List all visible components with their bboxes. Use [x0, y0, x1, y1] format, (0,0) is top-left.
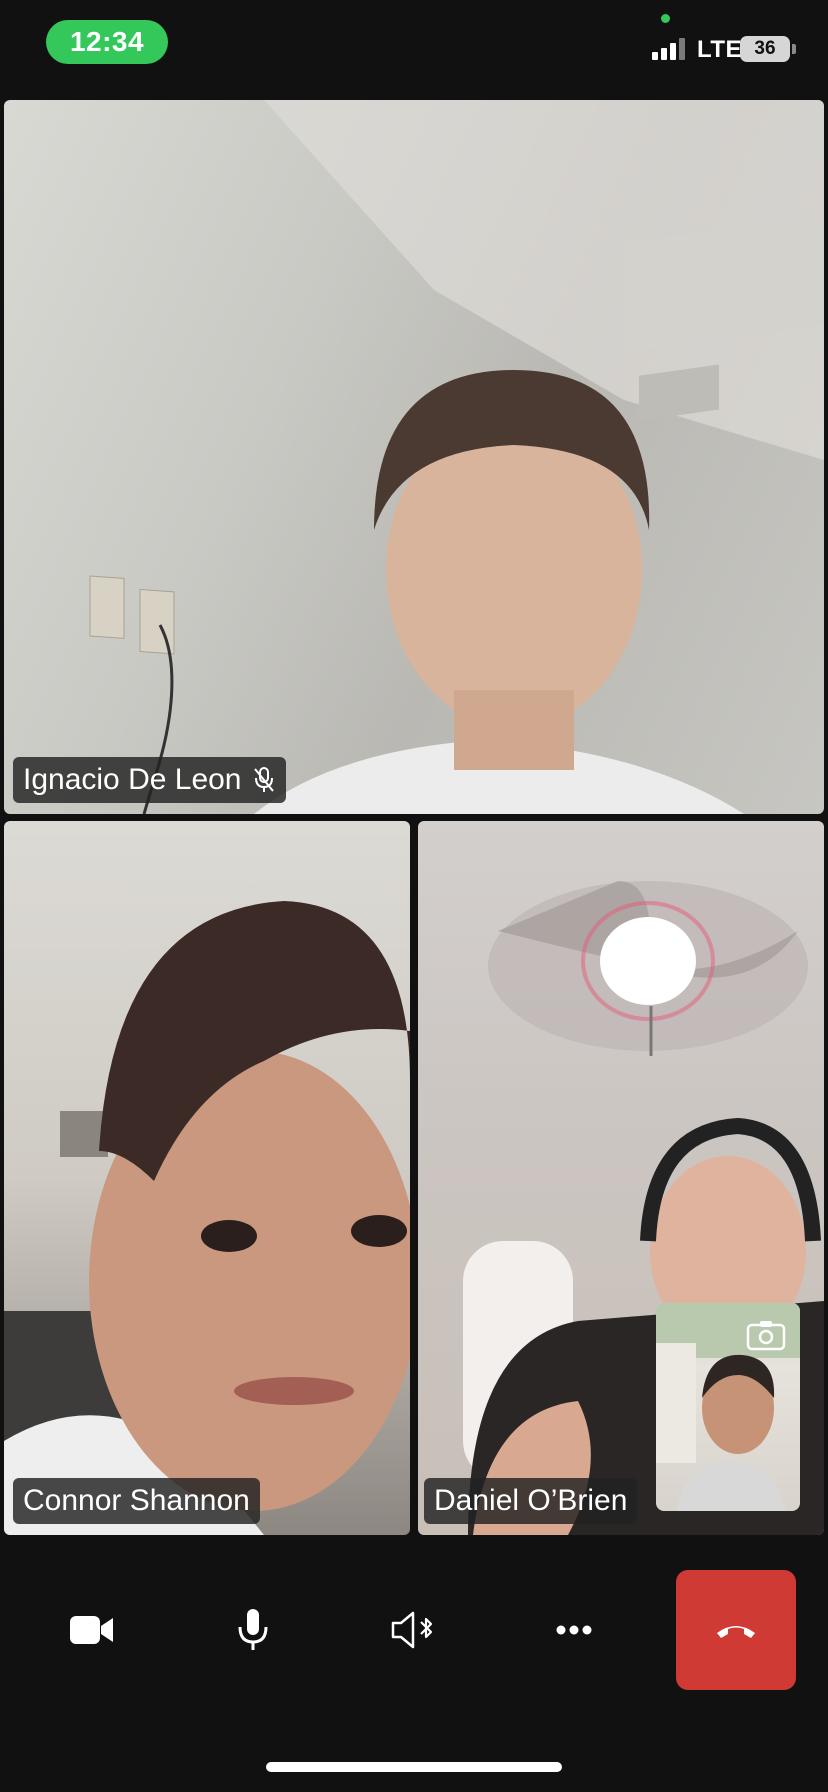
end-call-icon: [717, 1626, 755, 1638]
network-type: LTE: [697, 36, 743, 63]
participant-name: Connor Shannon: [23, 1484, 250, 1517]
battery-cap: [792, 44, 796, 54]
switch-camera-icon: [746, 1321, 786, 1351]
participant-video-tile[interactable]: Ignacio De Leon: [4, 100, 824, 814]
participant-name-tag: Daniel O’Brien: [424, 1478, 638, 1524]
battery-level: 36: [754, 38, 776, 59]
end-call-button[interactable]: [676, 1570, 796, 1690]
call-controls: [0, 1570, 828, 1690]
more-options-button[interactable]: [529, 1570, 619, 1690]
participant-video-feed: [4, 901, 410, 1535]
self-view-video[interactable]: [656, 1303, 800, 1511]
more-options-icon: [556, 1625, 592, 1635]
battery-icon: 36: [740, 36, 790, 62]
speaker-bluetooth-icon: [391, 1611, 433, 1649]
participant-name: Daniel O’Brien: [434, 1484, 628, 1517]
speaker-route-button[interactable]: [368, 1570, 458, 1690]
camera-toggle-button[interactable]: [47, 1570, 137, 1690]
participant-name-tag: Connor Shannon: [13, 1478, 260, 1524]
status-bar: 12:34 LTE 36: [0, 0, 828, 96]
video-camera-icon: [70, 1616, 113, 1644]
microphone-icon: [238, 1609, 268, 1650]
camera-in-use-indicator: [661, 14, 670, 23]
participant-video-feed: [89, 100, 824, 814]
status-time[interactable]: 12:34: [46, 20, 168, 64]
participant-video-tile[interactable]: Connor Shannon: [4, 821, 410, 1535]
home-indicator[interactable]: [266, 1762, 562, 1772]
participant-name: Ignacio De Leon: [23, 763, 242, 796]
participant-name-tag: Ignacio De Leon: [13, 757, 286, 803]
video-call-screen: 12:34 LTE 36 Ignacio De Leon Connor Shan…: [0, 0, 828, 1792]
switch-camera-button[interactable]: [746, 1319, 786, 1351]
microphone-muted-icon: [253, 767, 274, 792]
cellular-signal-icon: [652, 38, 688, 60]
microphone-toggle-button[interactable]: [208, 1570, 298, 1690]
